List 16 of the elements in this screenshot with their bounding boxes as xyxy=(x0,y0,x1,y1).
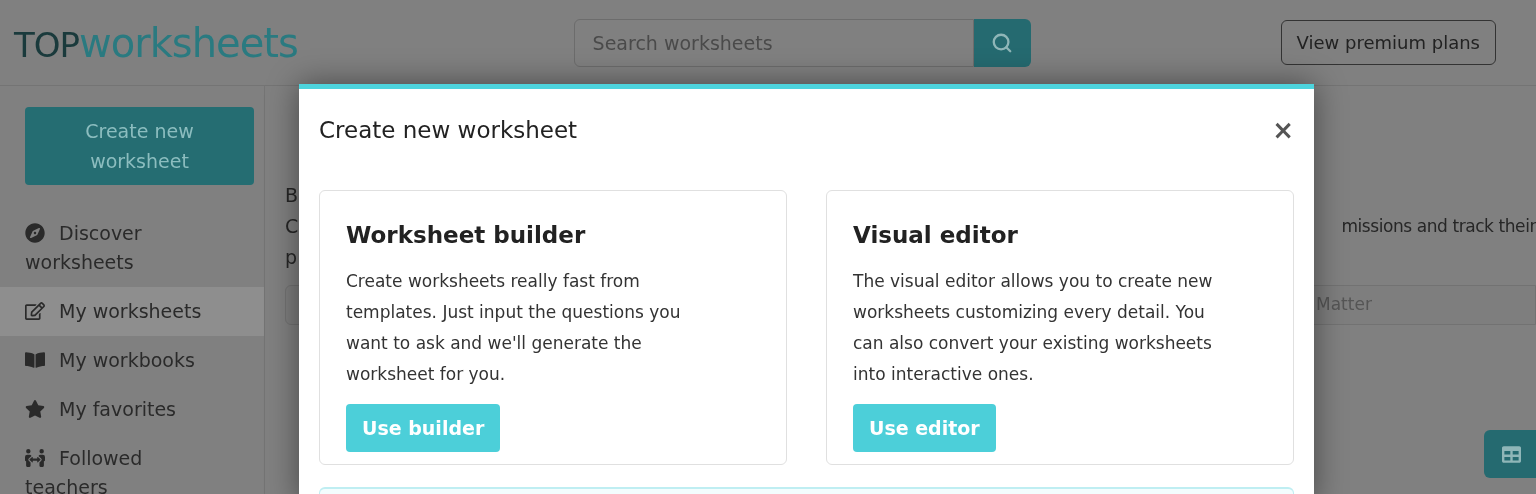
card-title: Worksheet builder xyxy=(346,220,587,250)
description-text: missions and track their xyxy=(1341,214,1536,238)
card-description: Create worksheets really fast from templates. Just input the questions you want to ask and we'll generate the worksheet for you. xyxy=(346,270,682,386)
modal-title: Create new worksheet xyxy=(319,116,578,145)
close-button[interactable]: × xyxy=(1272,117,1294,144)
create-worksheet-button[interactable]: Create new worksheet xyxy=(25,107,254,185)
card-description: The visual editor allows you to create new worksheets customizing every detail. You can also convert your existing worksheets into interactive ones. xyxy=(853,270,1214,386)
premium-button[interactable]: View premium plans xyxy=(1280,20,1496,65)
logo[interactable]: TOPworksheets xyxy=(14,22,569,63)
card-action-button[interactable]: Use builder xyxy=(346,404,501,452)
sidebar-item[interactable]: My worksheets xyxy=(0,287,264,336)
text-fragment: C xyxy=(285,214,299,240)
text-fragment: B xyxy=(285,183,299,209)
card-action-button[interactable]: Use editor xyxy=(853,404,996,452)
card-title: Visual editor xyxy=(853,220,1019,250)
text-fragment: p xyxy=(285,245,298,271)
